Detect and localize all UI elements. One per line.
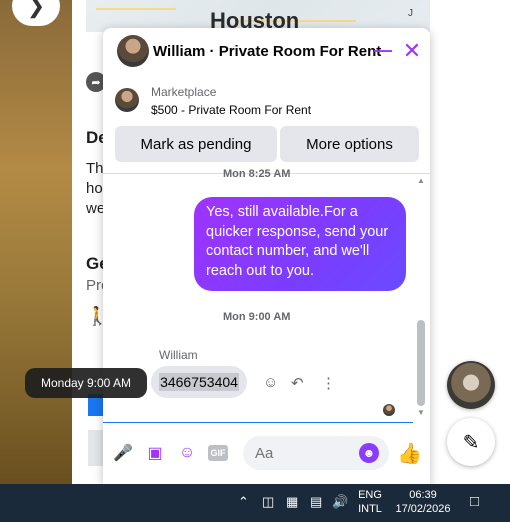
chevron-right-icon: ❯ (26, 0, 46, 18)
compose-icon: ✎ (462, 431, 480, 454)
description-line: ho (86, 180, 103, 197)
outgoing-message[interactable]: Yes, still available.For a quicker respo… (194, 197, 406, 291)
marketplace-label: Marketplace (151, 85, 217, 99)
close-icon[interactable]: ✕ (401, 38, 423, 63)
photo-icon[interactable]: ▣ (145, 443, 165, 463)
system-clock[interactable]: 06:39 17/02/2026 (393, 488, 453, 516)
scroll-up-icon[interactable]: ▲ (417, 176, 425, 185)
gif-icon[interactable]: GIF (208, 445, 228, 461)
react-emoji-icon[interactable]: ☺ (263, 374, 278, 391)
desktop-background (0, 0, 72, 484)
incoming-message[interactable]: 3466753404 (151, 366, 247, 398)
avatar[interactable] (117, 35, 149, 67)
chevron-up-icon[interactable]: ⌃ (238, 494, 249, 510)
message-timestamp: Mon 9:00 AM (223, 311, 291, 323)
language-code: ENG (358, 489, 382, 501)
timestamp-tooltip: Monday 9:00 AM (25, 368, 147, 398)
new-message-button[interactable]: ✎ (447, 418, 495, 466)
more-vertical-icon[interactable]: ⋮ (321, 374, 336, 392)
emoji-icon[interactable]: ☻ (359, 443, 379, 463)
mark-as-pending-button[interactable]: Mark as pending (115, 126, 277, 162)
device-icon[interactable]: ◫ (262, 494, 274, 510)
chat-window: William · Private Room For Rent — ✕ Mark… (103, 28, 430, 484)
minimize-icon[interactable]: — (373, 40, 393, 60)
message-timestamp: Mon 8:25 AM (223, 168, 291, 180)
page-right-area (432, 0, 510, 484)
scrollbar-thumb[interactable] (417, 320, 425, 406)
microphone-icon[interactable]: 🎤 (113, 443, 133, 463)
more-options-button[interactable]: More options (280, 126, 419, 162)
clock-date: 17/02/2026 (395, 503, 451, 515)
language-indicator[interactable]: ENG INTL (358, 488, 382, 516)
map-road (96, 8, 176, 10)
secondary-button-peek[interactable] (88, 430, 104, 466)
volume-icon[interactable]: 🔊 (332, 494, 348, 510)
selected-phone-number[interactable]: 3466753404 (159, 373, 239, 391)
reply-icon[interactable]: ↶ (291, 374, 304, 392)
chat-head-avatar[interactable] (447, 361, 495, 409)
network-icon[interactable]: ▤ (310, 494, 322, 510)
notification-icon[interactable]: □ (470, 493, 479, 510)
like-icon[interactable]: 👍 (397, 441, 422, 466)
clock-time: 06:39 (409, 489, 437, 501)
sticker-icon[interactable]: ☺ (177, 443, 197, 463)
battery-icon[interactable]: ▦ (286, 494, 298, 510)
keyboard-layout: INTL (358, 503, 382, 515)
composer-divider (103, 422, 413, 423)
chat-title[interactable]: William · Private Room For Rent (153, 43, 381, 60)
description-line: Th (86, 160, 104, 177)
chat-header[interactable]: William · Private Room For Rent — ✕ (103, 28, 430, 74)
scroll-down-icon[interactable]: ▼ (417, 408, 425, 417)
listing-title[interactable]: $500 - Private Room For Rent (151, 103, 311, 117)
listing-thumbnail (115, 88, 139, 112)
map-corner-label: J (408, 8, 413, 19)
sender-name: William (159, 348, 198, 362)
seen-avatar (383, 404, 395, 416)
